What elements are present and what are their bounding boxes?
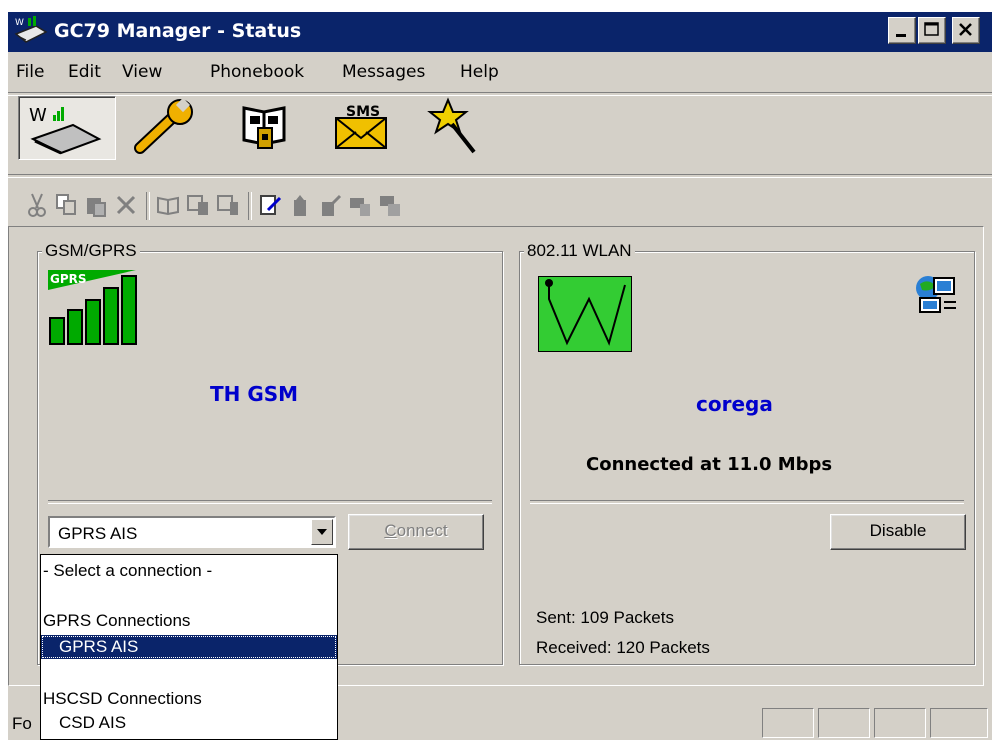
maximize-icon [924, 22, 939, 36]
received-packets: Received: 120 Packets [536, 638, 710, 657]
status-pane [818, 708, 870, 738]
status-bar-text: Fo [12, 714, 32, 733]
copy-to-sim-icon[interactable] [186, 192, 212, 218]
gsm-network-name: TH GSM [210, 382, 299, 406]
sms-envelope-icon: SMS [335, 104, 387, 149]
title-bar[interactable]: W GC79 Manager - Status [8, 12, 992, 52]
phonebook-tool-button[interactable] [224, 96, 310, 160]
edit-icon[interactable] [258, 192, 284, 218]
dropdown-option-csd-ais[interactable]: CSD AIS [41, 711, 337, 735]
maximize-button[interactable] [918, 17, 946, 44]
connect-mnemonic: C [384, 521, 397, 540]
wlan-connection-status: Connected at 11.0 Mbps [586, 454, 833, 475]
connection-select[interactable]: GPRS AIS [48, 516, 336, 548]
svg-text:W: W [15, 18, 24, 28]
dropdown-group-header-hscsd: HSCSD Connections [43, 689, 202, 708]
wlan-ssid: corega [696, 392, 773, 416]
minimize-icon [896, 34, 906, 37]
sim-icon[interactable] [288, 192, 314, 218]
dropdown-option[interactable]: - Select a connection - [41, 559, 337, 583]
close-button[interactable] [952, 17, 980, 44]
phonebook-icon [242, 106, 286, 149]
minimize-button[interactable] [888, 17, 916, 44]
wlan-group: 802.11 WLAN corega Connected at 11.0 Mbp… [519, 241, 975, 665]
cut-icon[interactable] [24, 192, 50, 218]
svg-text:W: W [29, 105, 47, 126]
sent-packets: Sent: 109 Packets [536, 608, 674, 627]
magic-wand-icon [427, 97, 476, 154]
phone-to-sim-icon[interactable] [378, 192, 404, 218]
status-pane [930, 708, 988, 738]
app-icon: W [14, 16, 48, 48]
menu-phonebook[interactable]: Phonebook [210, 62, 304, 82]
gsm-separator [48, 500, 492, 504]
menu-edit[interactable]: Edit [68, 62, 101, 82]
phonebook-small-icon[interactable] [156, 192, 182, 218]
gsm-group-label: GSM/GPRS [42, 241, 140, 261]
status-pane [874, 708, 926, 738]
dropdown-option-blank[interactable] [41, 661, 337, 685]
dropdown-group-header-gprs: GPRS Connections [43, 611, 191, 630]
settings-tool-button[interactable] [128, 96, 214, 160]
connection-dropdown-list[interactable]: - Select a connection - GPRS Connections… [40, 554, 338, 740]
wrench-icon [134, 97, 193, 154]
close-icon [959, 23, 972, 36]
toolbar-divider [248, 192, 252, 220]
dropdown-option-gprs-ais[interactable]: GPRS AIS [41, 635, 337, 659]
connect-button[interactable]: Connect [348, 514, 484, 550]
copy-icon[interactable] [54, 192, 80, 218]
menu-help[interactable]: Help [460, 62, 499, 82]
copy-to-phone-icon[interactable] [216, 192, 242, 218]
status-pane [762, 708, 814, 738]
toolbar-divider [146, 192, 150, 220]
status-tool-button[interactable]: W [18, 96, 116, 160]
menu-bar: File Edit View Phonebook Messages Help [8, 52, 992, 92]
wlan-signal-icon [538, 276, 632, 352]
dropdown-option-blank[interactable] [41, 583, 337, 607]
sms-label: SMS [346, 104, 380, 120]
gprs-signal-icon: GPRS [46, 266, 146, 346]
network-computer-icon [914, 274, 960, 318]
menu-messages[interactable]: Messages [342, 62, 425, 82]
wizard-tool-button[interactable] [416, 96, 502, 160]
disable-button[interactable]: Disable [830, 514, 966, 550]
connect-label: onnect [396, 521, 448, 540]
connection-select-value: GPRS AIS [58, 524, 138, 543]
delete-icon[interactable] [114, 192, 140, 218]
menu-view[interactable]: View [122, 62, 162, 82]
sms-tool-button[interactable]: SMS [320, 96, 406, 160]
dropdown-arrow-button[interactable] [311, 519, 333, 545]
paste-icon[interactable] [84, 192, 110, 218]
wlan-group-label: 802.11 WLAN [524, 241, 635, 261]
wlan-separator [530, 500, 964, 504]
chevron-down-icon [317, 529, 327, 535]
wireless-card-icon: W [29, 105, 102, 155]
toolbar-separator-2 [8, 174, 992, 178]
menu-file[interactable]: File [16, 62, 44, 82]
sim-to-phone-icon[interactable] [348, 192, 374, 218]
sim-upload-icon[interactable] [318, 192, 344, 218]
gprs-badge-text: GPRS [50, 272, 87, 286]
window-title: GC79 Manager - Status [54, 20, 302, 42]
